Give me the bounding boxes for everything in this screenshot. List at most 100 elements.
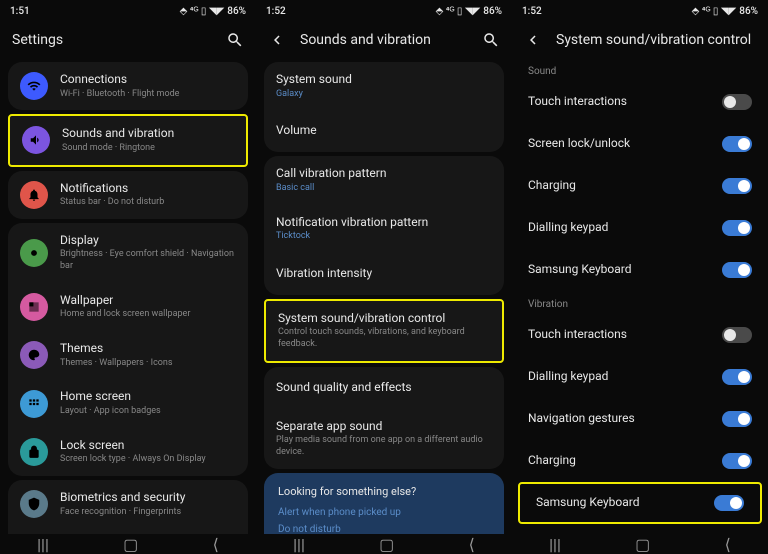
toggle-label: Samsung Keyboard (528, 262, 722, 278)
header: Settings (0, 22, 256, 58)
item-vibration-intensity[interactable]: Vibration intensity (264, 253, 504, 295)
suggestion-card: Looking for something else? Alert when p… (264, 473, 504, 534)
status-icons: ⬘ ⁴ᴳ ▯ ◥◤86% (436, 6, 502, 17)
header: Sounds and vibration (256, 22, 512, 58)
search-icon[interactable] (226, 31, 244, 49)
category-sound: Sound (512, 58, 768, 81)
toggle-row[interactable]: Touch interactions (512, 314, 768, 356)
toggle-label: Charging (528, 178, 722, 194)
suggestion-link[interactable]: Alert when phone picked up (278, 504, 490, 521)
item-system-sound[interactable]: System soundGalaxy (264, 62, 504, 110)
toggle-label: Navigation gestures (528, 411, 722, 427)
item-biometrics[interactable]: Biometrics and securityFace recognition … (8, 480, 248, 528)
toggle-switch[interactable] (722, 94, 752, 110)
suggestion-link[interactable]: Do not disturb (278, 521, 490, 534)
toggle-row[interactable]: Screen lock/unlock (512, 123, 768, 165)
nav-bar: ||| ▢ ⟨ (512, 534, 768, 554)
toggle-label: Charging (528, 453, 722, 469)
sounds-list[interactable]: System soundGalaxy Volume Call vibration… (256, 58, 512, 534)
status-time: 1:51 (10, 6, 30, 17)
item-sound-quality[interactable]: Sound quality and effects (264, 367, 504, 409)
toggle-label: Screen lock/unlock (528, 136, 722, 152)
toggle-row[interactable]: Touch interactions (512, 81, 768, 123)
item-volume[interactable]: Volume (264, 110, 504, 152)
screen-system-sound-control: 1:52 ⬘ ⁴ᴳ ▯ ◥◤86% System sound/vibration… (512, 0, 768, 554)
item-call-vibration[interactable]: Call vibration patternBasic call (264, 156, 504, 204)
bell-icon (20, 181, 48, 209)
item-connections[interactable]: ConnectionsWi-Fi · Bluetooth · Flight mo… (8, 62, 248, 110)
display-icon (20, 239, 48, 267)
back-icon[interactable] (268, 31, 286, 49)
nav-back[interactable]: ⟨ (725, 535, 731, 554)
toggle-list[interactable]: Sound Touch interactions Screen lock/unlo… (512, 58, 768, 534)
toggle-switch[interactable] (722, 136, 752, 152)
page-title: Sounds and vibration (300, 32, 482, 48)
nav-home[interactable]: ▢ (123, 535, 138, 554)
toggle-label: Dialling keypad (528, 220, 722, 236)
nav-bar: ||| ▢ ⟨ (0, 534, 256, 554)
toggle-label: Samsung Keyboard (536, 495, 714, 511)
status-icons: ⬘ ⁴ᴳ ▯ ◥◤86% (692, 6, 758, 17)
status-bar: 1:51 ⬘ ⁴ᴳ ▯ ◥◤86% (0, 0, 256, 22)
item-home-screen[interactable]: Home screenLayout · App icon badges (8, 379, 248, 427)
suggestion-title: Looking for something else? (278, 485, 490, 498)
toggle-label: Touch interactions (528, 327, 722, 343)
screen-sounds-vibration: 1:52 ⬘ ⁴ᴳ ▯ ◥◤86% Sounds and vibration S… (256, 0, 512, 554)
status-bar: 1:52 ⬘ ⁴ᴳ ▯ ◥◤86% (256, 0, 512, 22)
lock-icon (20, 438, 48, 466)
themes-icon (20, 341, 48, 369)
back-icon[interactable] (524, 31, 542, 49)
category-vibration: Vibration (512, 291, 768, 314)
item-wallpaper[interactable]: WallpaperHome and lock screen wallpaper (8, 283, 248, 331)
toggle-row[interactable]: Charging (512, 440, 768, 482)
toggle-label: Dialling keypad (528, 369, 722, 385)
status-bar: 1:52 ⬘ ⁴ᴳ ▯ ◥◤86% (512, 0, 768, 22)
toggle-row[interactable]: Navigation gestures (512, 398, 768, 440)
toggle-switch[interactable] (722, 411, 752, 427)
nav-home[interactable]: ▢ (635, 535, 650, 554)
toggle-row[interactable]: Samsung Keyboard (512, 249, 768, 291)
screen-settings: 1:51 ⬘ ⁴ᴳ ▯ ◥◤86% Settings ConnectionsWi… (0, 0, 256, 554)
nav-recents[interactable]: ||| (37, 535, 49, 554)
toggle-switch[interactable] (722, 327, 752, 343)
toggle-switch[interactable] (722, 262, 752, 278)
status-time: 1:52 (522, 6, 542, 17)
nav-back[interactable]: ⟨ (213, 535, 219, 554)
item-notifications[interactable]: NotificationsStatus bar · Do not disturb (8, 171, 248, 219)
item-system-sound-vibration-control[interactable]: System sound/vibration controlControl to… (266, 301, 502, 361)
page-title: System sound/vibration control (556, 32, 756, 48)
toggle-row[interactable]: Charging (512, 165, 768, 207)
shield-icon (20, 490, 48, 518)
item-sounds-vibration[interactable]: Sounds and vibrationSound mode · Rington… (10, 116, 246, 164)
item-separate-app-sound[interactable]: Separate app soundPlay media sound from … (264, 409, 504, 469)
toggle-switch[interactable] (722, 369, 752, 385)
toggle-switch[interactable] (714, 495, 744, 511)
wifi-icon (20, 72, 48, 100)
sound-icon (22, 126, 50, 154)
item-display[interactable]: DisplayBrightness · Eye comfort shield ·… (8, 223, 248, 283)
nav-home[interactable]: ▢ (379, 535, 394, 554)
header: System sound/vibration control (512, 22, 768, 58)
wallpaper-icon (20, 293, 48, 321)
toggle-row[interactable]: Samsung Keyboard (518, 482, 762, 524)
item-notif-vibration[interactable]: Notification vibration patternTicktock (264, 205, 504, 253)
toggle-row[interactable]: Dialling keypad (512, 356, 768, 398)
status-icons: ⬘ ⁴ᴳ ▯ ◥◤86% (180, 6, 246, 17)
settings-list[interactable]: ConnectionsWi-Fi · Bluetooth · Flight mo… (0, 58, 256, 534)
toggle-switch[interactable] (722, 220, 752, 236)
toggle-label: Touch interactions (528, 94, 722, 110)
home-icon (20, 390, 48, 418)
status-time: 1:52 (266, 6, 286, 17)
toggle-switch[interactable] (722, 178, 752, 194)
page-title: Settings (12, 32, 226, 48)
nav-back[interactable]: ⟨ (469, 535, 475, 554)
toggle-row[interactable]: Dialling keypad (512, 207, 768, 249)
toggle-row[interactable]: Camera feedback (512, 524, 768, 534)
nav-recents[interactable]: ||| (293, 535, 305, 554)
item-lock-screen[interactable]: Lock screenScreen lock type · Always On … (8, 428, 248, 476)
search-icon[interactable] (482, 31, 500, 49)
toggle-switch[interactable] (722, 453, 752, 469)
item-themes[interactable]: ThemesThemes · Wallpapers · Icons (8, 331, 248, 379)
nav-recents[interactable]: ||| (549, 535, 561, 554)
nav-bar: ||| ▢ ⟨ (256, 534, 512, 554)
